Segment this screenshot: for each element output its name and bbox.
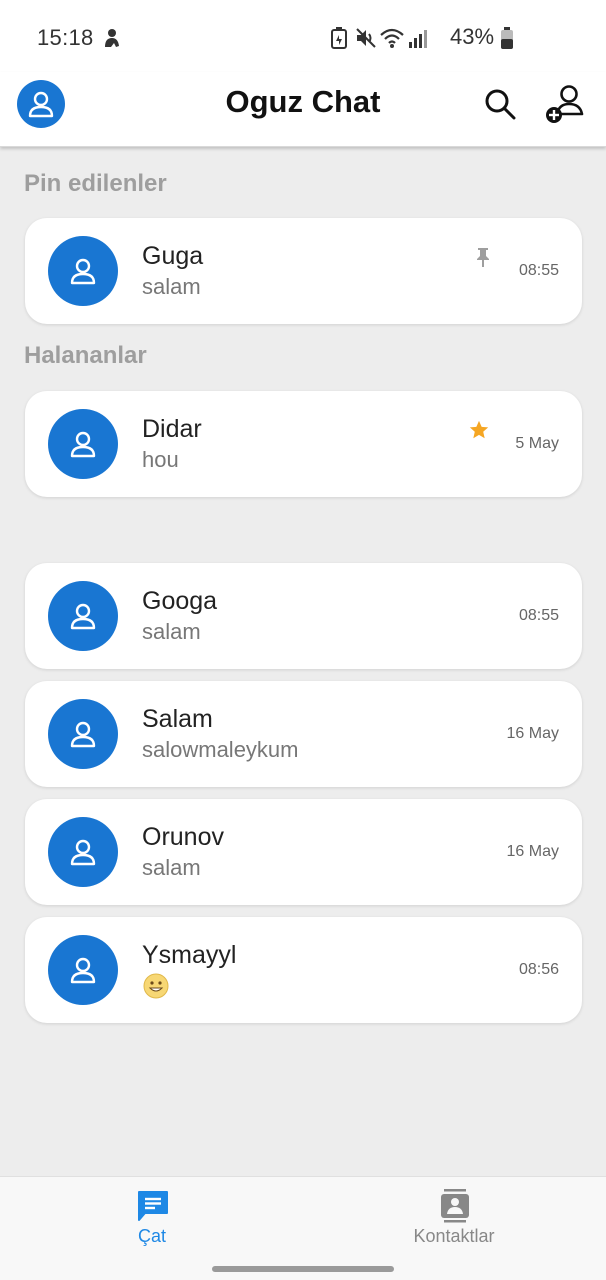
chat-item[interactable]: Orunov salam 16 May xyxy=(25,799,582,905)
user-icon xyxy=(70,957,96,984)
chat-last-message: salam xyxy=(142,855,201,880)
notification-icon xyxy=(101,27,121,49)
signal-icon xyxy=(409,30,427,48)
pin-icon xyxy=(473,246,493,268)
nav-tab-chat[interactable]: Çat xyxy=(52,1177,252,1261)
chat-item-favorite[interactable]: Didar hou 5 May xyxy=(25,391,582,497)
contacts-icon xyxy=(438,1189,472,1223)
chat-name: Salam xyxy=(142,705,213,733)
user-icon xyxy=(70,258,96,285)
chat-last-message: hou xyxy=(142,447,179,472)
avatar xyxy=(48,236,118,306)
section-title-pinned: Pin edilenler xyxy=(24,170,167,197)
chat-last-message: salam xyxy=(142,619,201,644)
chat-name: Orunov xyxy=(142,823,224,851)
add-contact-icon xyxy=(546,85,584,123)
battery-icon xyxy=(501,27,513,49)
chat-item[interactable]: Googa salam 08:55 xyxy=(25,563,582,669)
chat-name: Ysmayyl xyxy=(142,941,237,969)
battery-percent: 43% xyxy=(450,24,495,49)
avatar xyxy=(48,935,118,1005)
chat-time: 16 May xyxy=(506,725,559,742)
chat-last-message: salowmaleykum xyxy=(142,737,299,762)
nav-tab-contacts[interactable]: Kontaktlar xyxy=(354,1177,554,1261)
chat-item[interactable]: Salam salowmaleykum 16 May xyxy=(25,681,582,787)
mute-icon xyxy=(356,28,376,48)
section-title-favorites: Halananlar xyxy=(24,342,147,369)
status-icons: 43% xyxy=(331,24,606,52)
wifi-icon xyxy=(380,28,404,48)
chat-time: 08:56 xyxy=(518,961,559,978)
add-contact-button[interactable] xyxy=(544,84,586,124)
chat-item-pinned[interactable]: Guga salam 08:55 xyxy=(25,218,582,324)
user-icon xyxy=(70,839,96,866)
chat-time: 08:55 xyxy=(518,262,559,279)
battery-saver-icon xyxy=(331,27,347,49)
avatar xyxy=(48,699,118,769)
user-icon xyxy=(70,431,96,458)
status-bar: 15:18 43% xyxy=(0,0,606,72)
home-indicator[interactable] xyxy=(212,1266,394,1272)
user-icon xyxy=(70,603,96,630)
bottom-navigation: Çat Kontaktlar xyxy=(0,1176,606,1261)
smiley-emoji-icon xyxy=(143,973,169,999)
app-bar: Oguz Chat xyxy=(0,72,606,147)
chat-item[interactable]: Ysmayyl 08:56 xyxy=(25,917,582,1023)
chat-time: 08:55 xyxy=(518,607,559,624)
chat-time: 16 May xyxy=(506,843,559,860)
nav-label-contacts: Kontaktlar xyxy=(413,1226,495,1246)
chat-name: Didar xyxy=(142,415,202,443)
avatar xyxy=(48,581,118,651)
chat-name: Guga xyxy=(142,242,204,270)
user-icon xyxy=(70,721,96,748)
avatar xyxy=(48,409,118,479)
chat-name: Googa xyxy=(142,587,218,615)
chat-icon xyxy=(136,1189,170,1223)
search-icon xyxy=(485,89,516,120)
star-icon xyxy=(468,419,490,441)
avatar xyxy=(48,817,118,887)
search-button[interactable] xyxy=(482,86,518,122)
nav-label-chat: Çat xyxy=(137,1226,166,1246)
status-time: 15:18 xyxy=(37,25,94,50)
chat-last-message: salam xyxy=(142,274,201,299)
chat-time: 5 May xyxy=(515,435,559,452)
